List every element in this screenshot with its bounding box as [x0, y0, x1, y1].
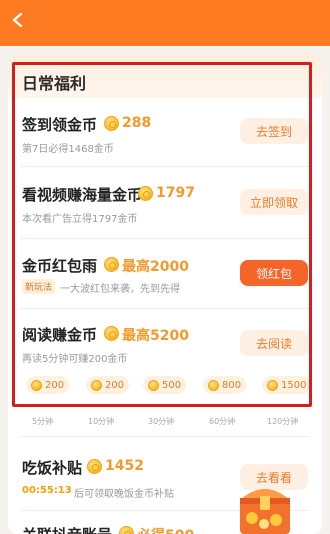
- reading-tick-label: 30分钟: [148, 417, 175, 426]
- reading-tick-label: 5分钟: [32, 417, 54, 426]
- reading-tick-label: 120分钟: [267, 417, 299, 426]
- back-button[interactable]: [7, 9, 29, 31]
- coin-icon: [119, 526, 134, 534]
- divider: [20, 436, 310, 437]
- meal-countdown: 00:55:13: [22, 485, 72, 496]
- reading-tick-label: 10分钟: [88, 417, 115, 426]
- treasure-chest-icon[interactable]: [234, 474, 296, 534]
- task-title-douyin: 关联抖音账号: [22, 524, 112, 534]
- top-bar: [0, 0, 330, 46]
- task-desc-meal: 后可领取晚饭金币补贴: [74, 489, 174, 500]
- coin-icon: [87, 459, 102, 474]
- task-title-meal: 吃饭补贴: [22, 459, 83, 477]
- task-reward-douyin: 必得500: [137, 525, 194, 534]
- chevron-left-icon: [12, 13, 23, 27]
- task-reward-meal: 1452: [105, 458, 144, 474]
- highlight-box: [12, 62, 312, 407]
- reading-tick-label: 60分钟: [209, 417, 236, 426]
